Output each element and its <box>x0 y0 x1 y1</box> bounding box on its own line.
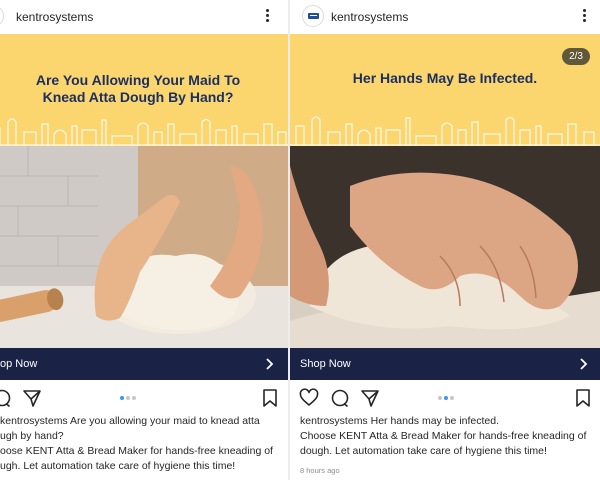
kent-logo-icon <box>308 13 319 19</box>
kitchen-illustration <box>290 116 600 146</box>
ad-banner: Her Hands May Be Infected. 2/3 <box>290 34 600 146</box>
body-line-1: oose KENT Atta & Bread Maker for hands-f… <box>0 445 273 457</box>
hands-kneading-dough-closeup-photo <box>290 146 600 348</box>
chevron-right-icon <box>580 358 588 370</box>
post-timestamp: 8 hours ago <box>300 466 340 475</box>
shop-now-bar[interactable]: Shop Now <box>290 348 600 380</box>
username[interactable]: kentrosystems <box>16 10 93 24</box>
caption: kentrosystems Are you allowing your maid… <box>0 414 288 474</box>
carousel-dots <box>438 396 456 400</box>
caption: kentrosystems Her hands may be infected.… <box>300 414 598 459</box>
action-bar <box>0 386 288 412</box>
heart-icon[interactable] <box>299 388 319 408</box>
body-line-2: ugh. Let automation take care of hygiene… <box>0 460 236 472</box>
ad-post-right: kentrosystems Her Hands May Be Infected.… <box>290 0 600 480</box>
avatar[interactable] <box>0 5 4 27</box>
hands-kneading-dough-photo <box>0 146 288 348</box>
ad-post-left: kentrosystems Are You Allowing Your Maid… <box>0 0 288 480</box>
caption-text: Are you allowing your maid to knead atta <box>67 415 260 427</box>
shop-now-label: op Now <box>0 358 38 370</box>
ad-image[interactable]: Her Hands May Be Infected. 2/3 <box>290 34 600 348</box>
ad-banner: Are You Allowing Your Maid To Knead Atta… <box>0 34 288 146</box>
body-line-1: Choose KENT Atta & Bread Maker for hands… <box>300 430 587 442</box>
kitchen-illustration <box>0 118 288 146</box>
shop-now-label: Shop Now <box>300 358 351 370</box>
carousel-counter: 2/3 <box>562 48 590 65</box>
caption-username[interactable]: kentrosystems <box>0 415 68 427</box>
avatar[interactable] <box>302 5 324 27</box>
caption-text: Her hands may be infected. <box>367 415 500 427</box>
body-line-2: dough. Let automation take care of hygie… <box>300 445 547 457</box>
more-options-icon[interactable] <box>579 9 589 25</box>
comment-icon[interactable] <box>0 388 12 408</box>
carousel-dots <box>120 396 138 400</box>
post-header: kentrosystems <box>290 0 600 34</box>
comment-icon[interactable] <box>330 388 350 408</box>
ad-image[interactable]: Are You Allowing Your Maid To Knead Atta… <box>0 34 288 348</box>
post-header: kentrosystems <box>0 0 288 34</box>
action-bar <box>290 386 600 412</box>
headline: Her Hands May Be Infected. <box>352 70 538 86</box>
share-icon[interactable] <box>22 388 42 408</box>
more-options-icon[interactable] <box>262 9 272 25</box>
chevron-right-icon <box>266 358 274 370</box>
bookmark-icon[interactable] <box>573 388 593 408</box>
headline-line-1: Are You Allowing Your Maid To <box>35 72 241 88</box>
bookmark-icon[interactable] <box>260 388 280 408</box>
username[interactable]: kentrosystems <box>331 10 408 24</box>
share-icon[interactable] <box>360 388 380 408</box>
caption-username[interactable]: kentrosystems <box>300 415 368 427</box>
headline-line-2: Knead Atta Dough By Hand? <box>42 89 234 105</box>
shop-now-bar[interactable]: op Now <box>0 348 288 380</box>
caption-line-2: ugh by hand? <box>0 430 64 442</box>
